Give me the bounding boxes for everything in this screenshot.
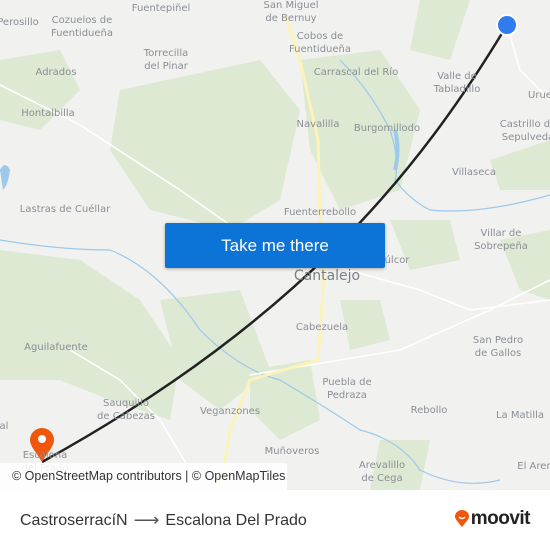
map-label: Fuenterrebollo [283, 207, 357, 218]
take-me-there-button[interactable]: Take me there [165, 223, 385, 268]
map-label: El Aren [517, 461, 550, 472]
map-label: Fuentepiñel [131, 3, 191, 14]
route-summary: CastroserracíN ⟶ Escalona Del Prado [20, 510, 307, 531]
map-label: al [0, 421, 9, 432]
map-label-town: Cantalejo [293, 268, 361, 284]
map-label: Arevalillo de Cega [358, 460, 406, 484]
map-label: Perosillo [0, 17, 39, 28]
map-label: Muñoveros [264, 446, 320, 457]
lake [0, 165, 10, 190]
map[interactable]: Perosillo Cozuelos de Fuentidueña Fuente… [0, 0, 550, 490]
map-label: Burgomillodo [353, 123, 421, 134]
map-label: Rebollo [410, 405, 448, 416]
origin-dot-icon[interactable] [498, 16, 516, 34]
map-label: Adrados [35, 67, 77, 78]
arrow-right-icon: ⟶ [133, 510, 160, 530]
map-label: Villar de Sobrepeña [474, 228, 528, 252]
map-label: Urue [528, 90, 550, 101]
map-label: Lastras de Cuéllar [19, 204, 111, 215]
map-label: La Matilla [495, 410, 545, 421]
map-label: Hontalbilla [21, 108, 75, 119]
footer-bar: CastroserracíN ⟶ Escalona Del Prado moov… [0, 490, 550, 550]
map-label: Torrecilla del Pinar [143, 48, 189, 72]
map-label: Castrillo de Sepulveda [499, 119, 550, 143]
moovit-pin-icon [454, 510, 469, 527]
map-attribution[interactable]: © OpenStreetMap contributors | © OpenMap… [0, 463, 287, 490]
map-label: Veganzones [199, 406, 261, 417]
map-label: úlcor [384, 255, 410, 266]
destination-name: Escalona Del Prado [165, 511, 307, 529]
brand-name: moovit [470, 508, 531, 529]
map-label: Valle de Tabladillo [433, 71, 481, 95]
map-label: San Pedro de Gallos [472, 335, 524, 359]
moovit-logo: moovit [454, 508, 531, 530]
map-label: Cozuelos de Fuentidueña [50, 15, 114, 39]
map-label: Carrascal del Río [313, 67, 399, 78]
map-label: Navalilla [296, 119, 340, 130]
map-label: Puebla de Pedraza [322, 377, 372, 401]
map-label: Cabezuela [295, 322, 349, 333]
origin-name: CastroserracíN [20, 511, 128, 529]
map-label: San Miguel de Bernuy [263, 0, 319, 24]
map-label: Sauquillo de Cabezas [97, 398, 155, 422]
map-label: Cobos de Fuentidueña [288, 31, 352, 55]
map-label: Villaseca [451, 167, 497, 178]
map-label: Aguilafuente [24, 342, 88, 353]
